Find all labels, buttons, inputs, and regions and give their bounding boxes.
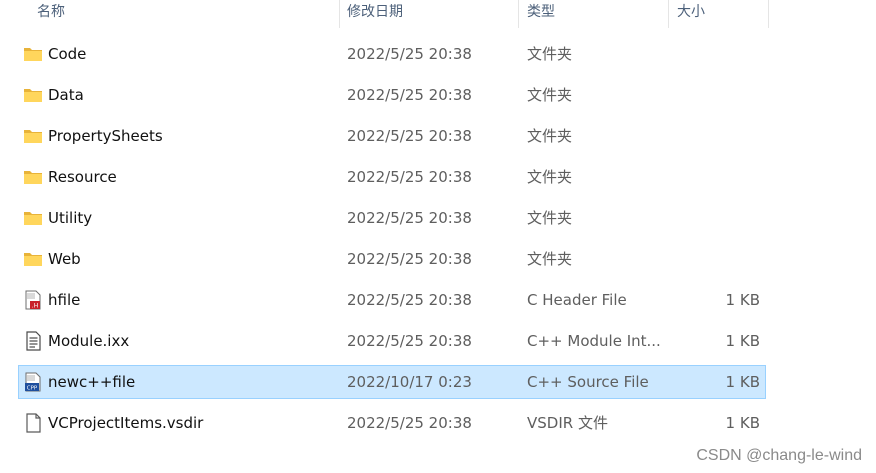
watermark: CSDN @chang-le-wind — [696, 447, 862, 464]
file-row[interactable]: .H hfile 2022/5/25 20:38 C Header File 1 KB — [18, 283, 766, 317]
folder-icon — [23, 167, 43, 187]
sort-caret-icon: ⌃ — [180, 0, 188, 3]
file-row[interactable]: Code 2022/5/25 20:38 文件夹 — [18, 37, 766, 71]
file-row[interactable]: VCProjectItems.vsdir 2022/5/25 20:38 VSDIR… — [18, 406, 766, 440]
file-size: 1 KB — [725, 373, 760, 391]
column-header-size[interactable]: 大小 — [677, 0, 705, 28]
file-row[interactable]: Web 2022/5/25 20:38 文件夹 — [18, 242, 766, 276]
file-name: Code — [48, 45, 87, 63]
file-size: 1 KB — [725, 414, 760, 432]
cpp-source-file-icon: CPP — [23, 372, 43, 392]
file-row[interactable]: Data 2022/5/25 20:38 文件夹 — [18, 78, 766, 112]
file-name: Utility — [48, 209, 93, 227]
file-type: 文件夹 — [527, 45, 573, 63]
file-modified-date: 2022/10/17 0:23 — [347, 373, 472, 391]
file-row[interactable]: CPP newc++file 2022/10/17 0:23 C++ Source F… — [18, 365, 766, 399]
column-divider[interactable] — [518, 0, 519, 28]
file-row[interactable]: PropertySheets 2022/5/25 20:38 文件夹 — [18, 119, 766, 153]
file-modified-date: 2022/5/25 20:38 — [347, 414, 472, 432]
file-name: Data — [48, 86, 84, 104]
column-header-bar: ⌃ 名称 修改日期 类型 大小 — [0, 0, 876, 28]
folder-icon — [23, 44, 43, 64]
file-name: PropertySheets — [48, 127, 163, 145]
folder-icon — [23, 85, 43, 105]
column-divider[interactable] — [339, 0, 340, 28]
file-type: 文件夹 — [527, 250, 573, 268]
file-modified-date: 2022/5/25 20:38 — [347, 209, 472, 227]
blank-file-icon — [23, 413, 43, 433]
file-type: C++ Source File — [527, 373, 649, 391]
c-header-file-icon: .H — [23, 290, 43, 310]
file-modified-date: 2022/5/25 20:38 — [347, 127, 472, 145]
file-type: 文件夹 — [527, 209, 573, 227]
file-row[interactable]: Resource 2022/5/25 20:38 文件夹 — [18, 160, 766, 194]
file-name: Module.ixx — [48, 332, 130, 350]
file-name: VCProjectItems.vsdir — [48, 414, 204, 432]
file-modified-date: 2022/5/25 20:38 — [347, 250, 472, 268]
file-name: Web — [48, 250, 81, 268]
file-type: 文件夹 — [527, 127, 573, 145]
file-size: 1 KB — [725, 332, 760, 350]
svg-text:.H: .H — [32, 303, 38, 310]
file-type: VSDIR 文件 — [527, 414, 608, 432]
file-modified-date: 2022/5/25 20:38 — [347, 291, 472, 309]
file-size: 1 KB — [725, 291, 760, 309]
file-modified-date: 2022/5/25 20:38 — [347, 86, 472, 104]
file-explorer-list: ⌃ 名称 修改日期 类型 大小 Code2022/5/25 20:38文件夹Da… — [0, 0, 876, 473]
file-row[interactable]: Utility 2022/5/25 20:38 文件夹 — [18, 201, 766, 235]
file-type: 文件夹 — [527, 86, 573, 104]
file-name: Resource — [48, 168, 117, 186]
column-divider[interactable] — [668, 0, 669, 28]
column-header-name[interactable]: 名称 — [37, 0, 65, 28]
file-modified-date: 2022/5/25 20:38 — [347, 45, 472, 63]
file-name: hfile — [48, 291, 81, 309]
folder-icon — [23, 249, 43, 269]
folder-icon — [23, 208, 43, 228]
file-type: C++ Module Int... — [527, 332, 661, 350]
column-divider[interactable] — [768, 0, 769, 28]
module-file-icon — [23, 331, 43, 351]
folder-icon — [23, 126, 43, 146]
file-name: newc++file — [48, 373, 136, 391]
file-row[interactable]: Module.ixx 2022/5/25 20:38 C++ Module Int.… — [18, 324, 766, 358]
svg-text:CPP: CPP — [27, 385, 38, 391]
file-modified-date: 2022/5/25 20:38 — [347, 332, 472, 350]
column-header-type[interactable]: 类型 — [527, 0, 555, 28]
file-type: C Header File — [527, 291, 627, 309]
file-type: 文件夹 — [527, 168, 573, 186]
column-header-date[interactable]: 修改日期 — [347, 0, 403, 28]
file-modified-date: 2022/5/25 20:38 — [347, 168, 472, 186]
